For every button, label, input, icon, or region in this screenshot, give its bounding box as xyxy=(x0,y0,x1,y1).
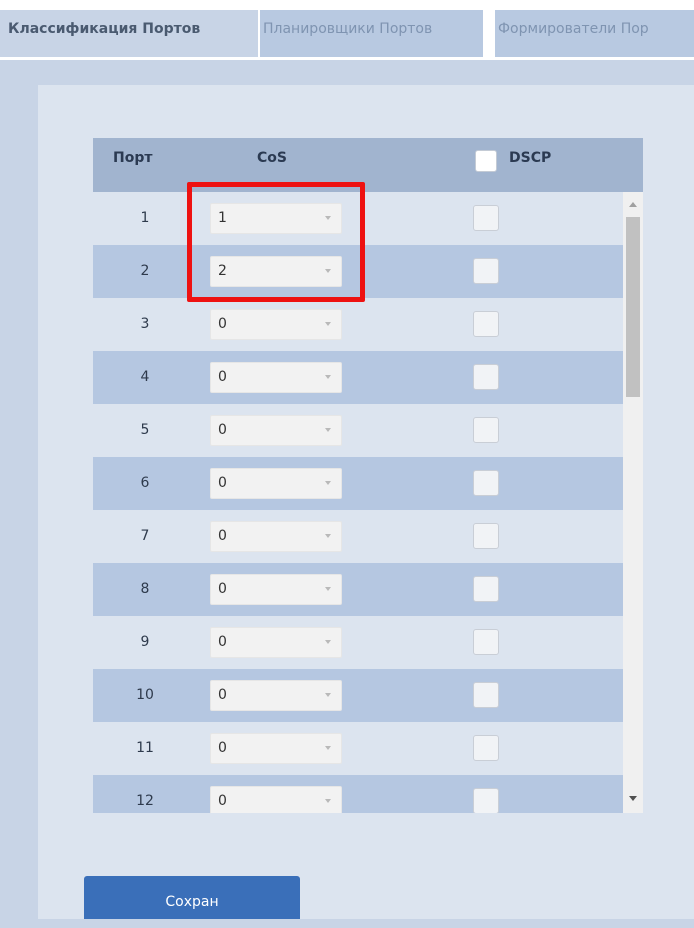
chevron-down-icon xyxy=(325,640,331,644)
table-header: Порт CoS DSCP xyxy=(93,138,643,192)
port-number: 4 xyxy=(140,369,150,385)
chevron-down-icon xyxy=(325,481,331,485)
cos-value: 0 xyxy=(218,793,227,809)
chevron-down-icon xyxy=(325,693,331,697)
chevron-down-icon xyxy=(325,587,331,591)
chevron-down-icon xyxy=(325,799,331,803)
cos-value: 0 xyxy=(218,528,227,544)
tab-bar: Классификация Портов Планировщики Портов… xyxy=(0,0,694,60)
dscp-checkbox[interactable] xyxy=(473,311,499,337)
chevron-down-icon xyxy=(325,534,331,538)
dscp-checkbox[interactable] xyxy=(473,258,499,284)
dscp-checkbox[interactable] xyxy=(473,682,499,708)
header-dscp: DSCP xyxy=(509,150,552,166)
dscp-select-all-checkbox[interactable] xyxy=(475,150,497,172)
dscp-checkbox[interactable] xyxy=(473,470,499,496)
scroll-down-icon[interactable] xyxy=(629,796,637,801)
scrollbar-thumb[interactable] xyxy=(626,217,640,397)
cos-select[interactable]: 1 xyxy=(210,203,342,234)
cos-select[interactable]: 0 xyxy=(210,680,342,711)
port-number: 6 xyxy=(140,475,150,491)
dscp-checkbox[interactable] xyxy=(473,523,499,549)
cos-select[interactable]: 0 xyxy=(210,362,342,393)
port-number: 9 xyxy=(140,634,150,650)
cos-value: 0 xyxy=(218,687,227,703)
chevron-down-icon xyxy=(325,216,331,220)
table-row: 11 0 xyxy=(93,722,623,775)
table-row: 8 0 xyxy=(93,563,623,616)
tab-port-shapers[interactable]: Формирователи Пор xyxy=(495,10,694,57)
tab-port-classification[interactable]: Классификация Портов xyxy=(0,10,258,57)
port-number: 5 xyxy=(140,422,150,438)
dscp-checkbox[interactable] xyxy=(473,788,499,813)
cos-value: 0 xyxy=(218,581,227,597)
cos-value: 0 xyxy=(218,634,227,650)
chevron-down-icon xyxy=(325,269,331,273)
cos-select[interactable]: 0 xyxy=(210,468,342,499)
dscp-checkbox[interactable] xyxy=(473,629,499,655)
table-row: 7 0 xyxy=(93,510,623,563)
scroll-up-icon[interactable] xyxy=(629,202,637,207)
table-row: 4 0 xyxy=(93,351,623,404)
port-number: 12 xyxy=(136,793,154,809)
cos-value: 1 xyxy=(218,210,227,226)
cos-value: 0 xyxy=(218,316,227,332)
dscp-checkbox[interactable] xyxy=(473,576,499,602)
cos-value: 0 xyxy=(218,369,227,385)
tab-port-schedulers[interactable]: Планировщики Портов xyxy=(260,10,483,57)
cos-value: 0 xyxy=(218,740,227,756)
cos-select[interactable]: 0 xyxy=(210,309,342,340)
chevron-down-icon xyxy=(325,375,331,379)
cos-select[interactable]: 0 xyxy=(210,521,342,552)
table-row: 6 0 xyxy=(93,457,623,510)
table-body: 1 1 2 2 3 0 4 0 5 0 6 0 7 0 8 0 9 0 10 0… xyxy=(93,192,623,813)
dscp-checkbox[interactable] xyxy=(473,205,499,231)
cos-value: 0 xyxy=(218,475,227,491)
dscp-checkbox[interactable] xyxy=(473,735,499,761)
table-row: 12 0 xyxy=(93,775,623,813)
cos-select[interactable]: 0 xyxy=(210,627,342,658)
port-number: 3 xyxy=(140,316,150,332)
cos-value: 0 xyxy=(218,422,227,438)
cos-select[interactable]: 0 xyxy=(210,415,342,446)
cos-select[interactable]: 0 xyxy=(210,786,342,813)
table-row: 2 2 xyxy=(93,245,623,298)
header-cos: CoS xyxy=(257,150,287,166)
save-button[interactable]: Сохран xyxy=(84,876,300,919)
cos-value: 2 xyxy=(218,263,227,279)
chevron-down-icon xyxy=(325,746,331,750)
port-number: 7 xyxy=(140,528,150,544)
table-row: 1 1 xyxy=(93,192,623,245)
table-row: 9 0 xyxy=(93,616,623,669)
dscp-checkbox[interactable] xyxy=(473,417,499,443)
dscp-checkbox[interactable] xyxy=(473,364,499,390)
port-number: 11 xyxy=(136,740,154,756)
port-number: 2 xyxy=(140,263,150,279)
table-scrollbar[interactable] xyxy=(623,192,643,813)
port-table: Порт CoS DSCP 1 1 2 2 3 0 4 0 5 0 6 0 7 … xyxy=(93,138,643,813)
chevron-down-icon xyxy=(325,322,331,326)
cos-select[interactable]: 2 xyxy=(210,256,342,287)
table-row: 3 0 xyxy=(93,298,623,351)
header-port: Порт xyxy=(113,150,153,166)
cos-select[interactable]: 0 xyxy=(210,733,342,764)
port-number: 8 xyxy=(140,581,150,597)
port-number: 10 xyxy=(136,687,154,703)
chevron-down-icon xyxy=(325,428,331,432)
table-row: 5 0 xyxy=(93,404,623,457)
cos-select[interactable]: 0 xyxy=(210,574,342,605)
table-row: 10 0 xyxy=(93,669,623,722)
port-number: 1 xyxy=(140,210,150,226)
